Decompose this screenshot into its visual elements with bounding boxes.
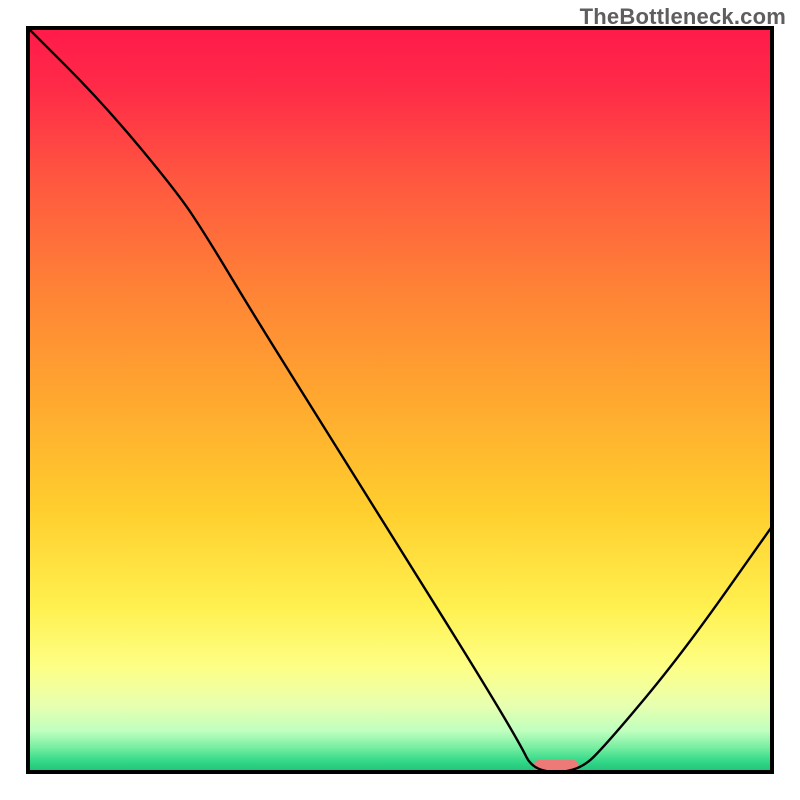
bottleneck-chart <box>0 0 800 800</box>
chart-container: TheBottleneck.com <box>0 0 800 800</box>
watermark-text: TheBottleneck.com <box>580 4 786 30</box>
plot-background <box>28 28 772 772</box>
